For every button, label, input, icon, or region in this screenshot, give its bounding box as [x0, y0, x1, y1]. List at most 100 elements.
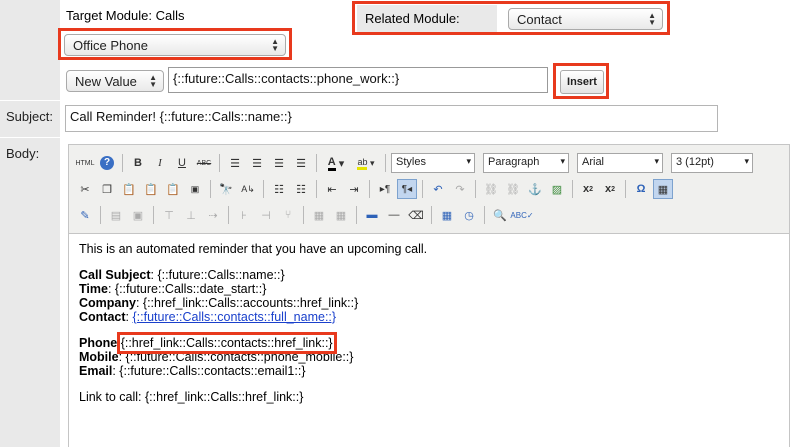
target-module-label: Target Module: Calls — [66, 8, 185, 23]
align-left-icon[interactable]: ☰ — [225, 153, 245, 173]
italic-icon[interactable]: I — [150, 153, 170, 173]
help-icon[interactable]: ? — [97, 153, 117, 173]
delete-row-icon[interactable]: ⇢ — [203, 205, 223, 225]
cut-icon[interactable]: ✂ — [75, 179, 95, 199]
mobile-value: : {::future::Calls::contacts::phone_mobi… — [118, 350, 354, 364]
time-value: : {::future::Calls::date_start::} — [107, 282, 267, 296]
indent-icon[interactable]: ⇥ — [344, 179, 364, 199]
special-char-icon[interactable]: Ω — [631, 179, 651, 199]
bold-icon[interactable]: B — [128, 153, 148, 173]
align-right-icon[interactable]: ☰ — [269, 153, 289, 173]
image-icon[interactable]: ▨ — [547, 179, 567, 199]
toolbar-separator — [228, 206, 229, 224]
rich-text-editor: HTML ? B I U ABC ☰ ☰ ☰ ☰ A ▾ ab ▾ Styles… — [68, 144, 790, 447]
phone-line: Phone:{::href_link::Calls::contacts::hre… — [79, 332, 779, 354]
contact-details-block: Phone:{::href_link::Calls::contacts::hre… — [79, 332, 779, 378]
table-row-props-icon[interactable]: ▤ — [106, 205, 126, 225]
call-subject-line: Call Subject: {::future::Calls::name::} — [79, 268, 779, 282]
styles-select-value: Styles — [396, 156, 426, 168]
paste-icon[interactable]: 📋 — [119, 179, 139, 199]
preview-icon[interactable]: 🔍 — [490, 205, 510, 225]
email-line: Email: {::future::Calls::contacts::email… — [79, 364, 779, 378]
table-cell-props-icon[interactable]: ▣ — [128, 205, 148, 225]
subject-input[interactable]: Call Reminder! {::future::Calls::name::} — [65, 105, 718, 132]
intro-text: This is an automated reminder that you h… — [79, 242, 428, 256]
time-line: Time: {::future::Calls::date_start::} — [79, 282, 779, 296]
email-label: Email — [79, 364, 113, 378]
row-after-icon[interactable]: ⊥ — [181, 205, 201, 225]
font-select[interactable]: Arial ▾ — [577, 153, 663, 173]
find-icon[interactable]: 🔭 — [216, 179, 236, 199]
delete-col-icon[interactable]: ⑂ — [278, 205, 298, 225]
toolbar-row-3: ✎ ▤ ▣ ⊤ ⊥ ⇢ ⊦ ⊣ ⑂ ▦ ▦ ▬ — ⌫ ▦ ◷ 🔍 ABC✓ — [75, 203, 534, 227]
editor-content[interactable]: This is an automated reminder that you h… — [69, 233, 789, 447]
styles-select[interactable]: Styles ▾ — [391, 153, 475, 173]
toolbar-separator — [263, 180, 264, 198]
redo-icon[interactable]: ↷ — [450, 179, 470, 199]
underline-icon[interactable]: U — [172, 153, 192, 173]
unlink-icon[interactable]: ⛓ — [503, 179, 523, 199]
paragraph-select[interactable]: Paragraph ▾ — [483, 153, 569, 173]
highlight-field-select — [58, 28, 292, 60]
call-subject-label: Call Subject — [79, 268, 151, 282]
toolbar-separator — [484, 206, 485, 224]
replace-icon[interactable]: A↳ — [238, 179, 258, 199]
ltr-icon[interactable]: ▸¶ — [375, 179, 395, 199]
edit-html-icon[interactable]: ✎ — [75, 205, 95, 225]
value-type-select[interactable]: New Value ▲ ▼ — [66, 70, 164, 92]
label-column-body: Body: — [0, 138, 60, 447]
phone-value: {::href_link::Calls::contacts::href_link… — [116, 332, 337, 354]
contact-link[interactable]: {::future::Calls::contacts::full_name::} — [132, 310, 336, 324]
align-justify-icon[interactable]: ☰ — [291, 153, 311, 173]
undo-icon[interactable]: ↶ — [428, 179, 448, 199]
toolbar-separator — [572, 180, 573, 198]
toolbar-separator — [122, 154, 123, 172]
strikethrough-icon[interactable]: ABC — [194, 153, 214, 173]
split-cells-icon[interactable]: ▦ — [309, 205, 329, 225]
font-size-select[interactable]: 3 (12pt) ▾ — [671, 153, 753, 173]
mobile-line: Mobile: {::future::Calls::contacts::phon… — [79, 350, 779, 364]
insert-time-icon[interactable]: ◷ — [459, 205, 479, 225]
toolbar-separator — [356, 206, 357, 224]
row-before-icon[interactable]: ⊤ — [159, 205, 179, 225]
paste-text-icon[interactable]: 📋 — [141, 179, 161, 199]
paragraph-select-value: Paragraph — [488, 156, 540, 168]
table-icon[interactable]: ▦ — [653, 179, 673, 199]
copy-icon[interactable]: ❐ — [97, 179, 117, 199]
horizontal-rule-icon[interactable]: ▬ — [362, 205, 382, 225]
insert-date-icon[interactable]: ▦ — [437, 205, 457, 225]
html-icon[interactable]: HTML — [75, 153, 95, 173]
merge-cells-icon[interactable]: ▦ — [331, 205, 351, 225]
line-icon[interactable]: — — [384, 205, 404, 225]
contact-label: Contact — [79, 310, 126, 324]
text-color-icon[interactable]: A ▾ — [322, 153, 350, 173]
company-label: Company — [79, 296, 136, 310]
spellcheck-icon[interactable]: ABC✓ — [510, 205, 533, 225]
bullet-list-icon[interactable]: ☷ — [269, 179, 289, 199]
select-all-icon[interactable]: ▣ — [185, 179, 205, 199]
time-label: Time — [79, 282, 108, 296]
paste-word-icon[interactable]: 📋 — [163, 179, 183, 199]
subscript-icon[interactable]: x2 — [578, 179, 598, 199]
col-before-icon[interactable]: ⊦ — [234, 205, 254, 225]
email-value: : {::future::Calls::contacts::email1::} — [112, 364, 306, 378]
anchor-icon[interactable]: ⚓ — [525, 179, 545, 199]
rtl-icon[interactable]: ¶◂ — [397, 179, 417, 199]
outdent-icon[interactable]: ⇤ — [322, 179, 342, 199]
company-line: Company: {::href_link::Calls::accounts::… — [79, 296, 779, 310]
align-center-icon[interactable]: ☰ — [247, 153, 267, 173]
superscript-icon[interactable]: x2 — [600, 179, 620, 199]
toolbar-separator — [385, 154, 386, 172]
toolbar-separator — [210, 180, 211, 198]
company-value: : {::href_link::Calls::accounts::href_li… — [135, 296, 359, 310]
variable-input-value: {::future::Calls::contacts::phone_work::… — [173, 71, 400, 86]
col-after-icon[interactable]: ⊣ — [256, 205, 276, 225]
link-icon[interactable]: ⛓ — [481, 179, 501, 199]
variable-input[interactable]: {::future::Calls::contacts::phone_work::… — [168, 67, 548, 93]
remove-format-icon[interactable]: ⌫ — [406, 205, 426, 225]
highlight-color-icon[interactable]: ab ▾ — [352, 153, 380, 173]
link-to-call-line: Link to call: {::href_link::Calls::href_… — [79, 390, 304, 404]
toolbar-separator — [219, 154, 220, 172]
numbered-list-icon[interactable]: ☷ — [291, 179, 311, 199]
toolbar-separator — [316, 154, 317, 172]
